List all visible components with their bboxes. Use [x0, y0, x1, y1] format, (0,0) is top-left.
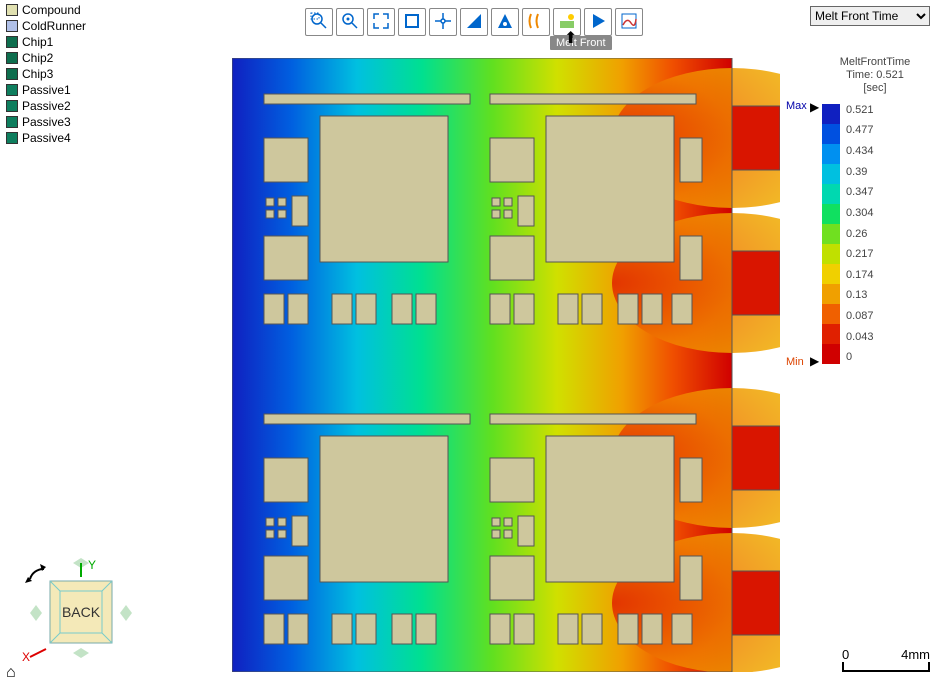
- zoom-target-icon: [340, 11, 360, 34]
- tree-label: Chip2: [22, 51, 53, 65]
- colorbar-value: 0.26: [846, 228, 874, 240]
- colorbar-value: 0.13: [846, 289, 874, 301]
- window-button[interactable]: [398, 8, 426, 36]
- tree-item[interactable]: ColdRunner: [6, 18, 86, 34]
- result-type-select[interactable]: Melt Front Time: [810, 6, 930, 26]
- colorbar-value: 0.521: [846, 104, 874, 116]
- tree-item[interactable]: Compound: [6, 2, 86, 18]
- tree-item[interactable]: Chip3: [6, 66, 86, 82]
- axis-y-label: Y: [88, 558, 96, 572]
- colorbar-value: 0.347: [846, 186, 874, 198]
- tree-label: Compound: [22, 3, 81, 17]
- swatch-icon: [6, 68, 18, 80]
- arrow-right-icon: ▶: [810, 354, 819, 368]
- arrow-right-icon: ▶: [810, 100, 819, 114]
- colorbar-title: MeltFrontTime Time: 0.521 [sec]: [820, 56, 930, 96]
- pan-icon: [433, 11, 453, 34]
- tree-label: Chip3: [22, 67, 53, 81]
- nav-cube[interactable]: BACK Y X: [18, 557, 138, 670]
- tree-item[interactable]: Passive4: [6, 130, 86, 146]
- colorbar-strip: [822, 104, 840, 364]
- scale-end: 4mm: [901, 647, 930, 662]
- tree-item[interactable]: Passive1: [6, 82, 86, 98]
- scale-bar: 0 4mm: [842, 647, 930, 672]
- fit-button[interactable]: [367, 8, 395, 36]
- chart-button[interactable]: [615, 8, 643, 36]
- iso-icon: [557, 11, 577, 34]
- toolbar: [305, 8, 643, 36]
- colorbar-value: 0.043: [846, 331, 874, 343]
- axis-x-label: X: [22, 650, 30, 664]
- probe-icon: [495, 11, 515, 34]
- tree-item[interactable]: Chip1: [6, 34, 86, 50]
- model-tree: Compound ColdRunner Chip1 Chip2 Chip3 Pa…: [6, 2, 86, 146]
- pan-button[interactable]: [429, 8, 457, 36]
- measure-button[interactable]: [460, 8, 488, 36]
- viewport[interactable]: [232, 58, 780, 672]
- tree-label: Passive3: [22, 115, 71, 129]
- colorbar-value: 0.477: [846, 124, 874, 136]
- play-icon: [588, 11, 608, 34]
- tree-item[interactable]: Passive2: [6, 98, 86, 114]
- zoom-target-button[interactable]: [336, 8, 364, 36]
- swatch-icon: [6, 84, 18, 96]
- zoom-box-button[interactable]: [305, 8, 333, 36]
- play-button[interactable]: [584, 8, 612, 36]
- navcube-face-label: BACK: [62, 604, 101, 620]
- swatch-icon: [6, 132, 18, 144]
- probe-button[interactable]: [491, 8, 519, 36]
- section-button[interactable]: [522, 8, 550, 36]
- colorbar: MeltFrontTime Time: 0.521 [sec] Max ▶ Mi…: [820, 56, 930, 364]
- scale-start: 0: [842, 647, 849, 662]
- chart-icon: [619, 11, 639, 34]
- tooltip: Melt Front: [550, 36, 612, 50]
- zoom-box-icon: [309, 11, 329, 34]
- swatch-icon: [6, 100, 18, 112]
- colorbar-value: 0.304: [846, 207, 874, 219]
- fit-icon: [371, 11, 391, 34]
- tree-label: Passive1: [22, 83, 71, 97]
- colorbar-value: 0.174: [846, 269, 874, 281]
- swatch-icon: [6, 4, 18, 16]
- iso-button[interactable]: [553, 8, 581, 36]
- window-icon: [402, 11, 422, 34]
- swatch-icon: [6, 116, 18, 128]
- swatch-icon: [6, 20, 18, 32]
- colorbar-value: 0.39: [846, 166, 874, 178]
- swatch-icon: [6, 52, 18, 64]
- tree-label: Passive2: [22, 99, 71, 113]
- tree-label: ColdRunner: [22, 19, 86, 33]
- colorbar-min-label: Min: [786, 356, 804, 368]
- contour-plot: [232, 58, 780, 672]
- colorbar-value: 0.087: [846, 310, 874, 322]
- colorbar-max-label: Max: [786, 100, 807, 112]
- tree-label: Chip1: [22, 35, 53, 49]
- tree-label: Passive4: [22, 131, 71, 145]
- section-icon: [526, 11, 546, 34]
- home-icon: ⌂: [6, 664, 16, 681]
- tree-item[interactable]: Chip2: [6, 50, 86, 66]
- tree-item[interactable]: Passive3: [6, 114, 86, 130]
- colorbar-value: 0.217: [846, 248, 874, 260]
- colorbar-value: 0.434: [846, 145, 874, 157]
- swatch-icon: [6, 36, 18, 48]
- home-button[interactable]: ⌂: [6, 664, 16, 682]
- measure-icon: [464, 11, 484, 34]
- colorbar-labels: 0.521 0.477 0.434 0.39 0.347 0.304 0.26 0.217 0.…: [846, 104, 874, 364]
- colorbar-value: 0: [846, 351, 874, 363]
